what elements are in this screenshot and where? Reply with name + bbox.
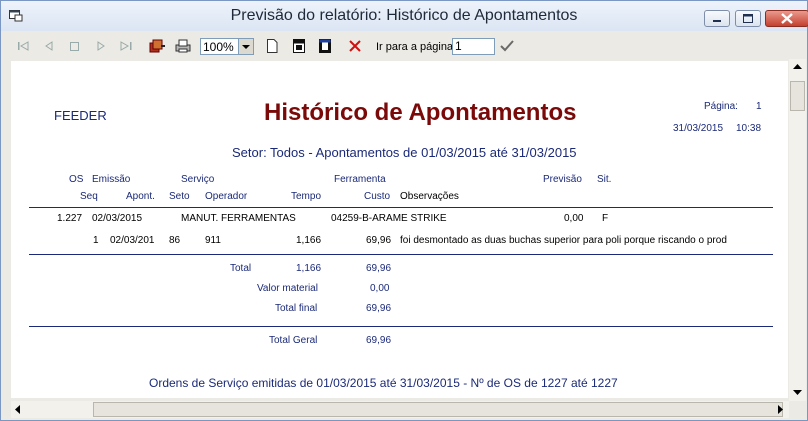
totals-rule [29,326,773,327]
grand-total-label: Total Geral [269,335,318,346]
chevron-down-icon [242,45,250,49]
next-page-icon [97,41,105,51]
report-date: 31/03/2015 [673,123,724,134]
checkmark-icon [500,40,514,52]
horizontal-scrollbar[interactable] [11,401,789,418]
header-seq: Seq [80,191,98,202]
final-value: 69,96 [366,303,392,314]
entry-rule [29,254,773,255]
header-servico: Serviço [181,174,215,185]
entry-tempo: 1,166 [296,235,322,246]
window-title: Previsão do relatório: Histórico de Apon… [230,7,578,24]
zoom-select[interactable]: 100% [200,38,254,55]
report-time: 10:38 [736,123,762,134]
scroll-down-icon[interactable] [793,389,802,396]
maximize-button[interactable] [735,10,761,27]
maximize-icon [743,14,753,23]
company-name: FEEDER [54,108,107,123]
zoom-value: 100% [203,40,234,54]
report-title: Histórico de Apontamentos [264,99,577,126]
header-operador: Operador [205,191,248,202]
goto-page-input[interactable]: 1 [452,38,495,55]
order-previsao: 0,00 [564,213,584,224]
first-page-icon [18,41,29,51]
vertical-scrollbar[interactable] [789,59,806,401]
first-page-button[interactable] [15,36,33,56]
whole-page-icon [319,39,331,53]
report-subtitle: Setor: Todos - Apontamentos de 01/03/201… [232,145,577,160]
header-seto: Seto [169,191,190,202]
header-os: OS [69,174,84,185]
title-bar: Previsão do relatório: Histórico de Apon… [1,1,808,31]
header-rule [29,207,773,208]
header-tempo: Tempo [291,191,322,202]
entry-apont: 02/03/201 [110,235,155,246]
entry-operador: 911 [205,235,221,246]
stop-icon [70,42,79,51]
close-preview-button[interactable] [346,36,364,56]
printer-icon [175,39,191,53]
export-button[interactable] [147,36,167,56]
header-apont: Apont. [126,191,155,202]
material-value: 0,00 [370,283,390,294]
close-button[interactable] [765,10,808,27]
scroll-left-icon[interactable] [14,405,21,414]
report-preview-window: Previsão do relatório: Histórico de Apon… [0,0,808,421]
header-previsao: Previsão [543,174,582,185]
entry-seq: 1 [93,235,99,246]
whole-page-button[interactable] [317,36,333,56]
report-footer: Ordens de Serviço emitidas de 01/03/2015… [149,376,618,390]
horizontal-scroll-thumb[interactable] [93,402,783,417]
final-label: Total final [275,303,318,314]
header-sit: Sit. [597,174,612,185]
report-page: FEEDER Histórico de Apontamentos Página:… [11,61,788,398]
vertical-scroll-thumb[interactable] [790,81,805,111]
order-ferramenta: 04259-B-ARAME STRIKE [331,213,447,224]
stop-button[interactable] [66,36,82,56]
export-icon [149,39,165,53]
single-page-button[interactable] [264,36,280,56]
page-width-icon [293,39,305,53]
page-label: Página: [704,101,738,112]
previous-page-button[interactable] [41,36,57,56]
page-icon [267,39,278,53]
page-width-button[interactable] [291,36,307,56]
last-page-button[interactable] [117,36,135,56]
entry-observacao: foi desmontado as duas buchas superior p… [400,235,727,246]
goto-confirm-button[interactable] [498,36,516,56]
close-icon [781,13,793,24]
order-emissao: 02/03/2015 [92,213,143,224]
minimize-icon [713,20,721,22]
entry-custo: 69,96 [366,235,392,246]
print-button[interactable] [173,36,193,56]
header-observacoes: Observações [400,191,459,202]
minimize-button[interactable] [704,10,730,27]
header-ferramenta: Ferramenta [334,174,386,185]
goto-page-label: Ir para a página [376,41,454,53]
red-x-icon [349,40,361,52]
order-os: 1.227 [57,213,83,224]
next-page-button[interactable] [93,36,109,56]
dropdown-button[interactable] [238,39,253,54]
scroll-up-icon[interactable] [793,63,802,70]
total-tempo: 1,166 [296,263,322,274]
header-emissao: Emissão [92,174,131,185]
order-sit: F [602,213,609,224]
order-servico: MANUT. FERRAMENTAS [181,213,296,224]
previous-page-icon [45,41,53,51]
last-page-icon [120,41,132,51]
material-label: Valor material [257,283,318,294]
header-custo: Custo [364,191,391,202]
scroll-right-icon[interactable] [777,405,784,414]
entry-seto: 86 [169,235,181,246]
grand-total-value: 69,96 [366,335,392,346]
total-label: Total [230,263,252,274]
total-custo: 69,96 [366,263,392,274]
page-number: 1 [756,101,762,112]
